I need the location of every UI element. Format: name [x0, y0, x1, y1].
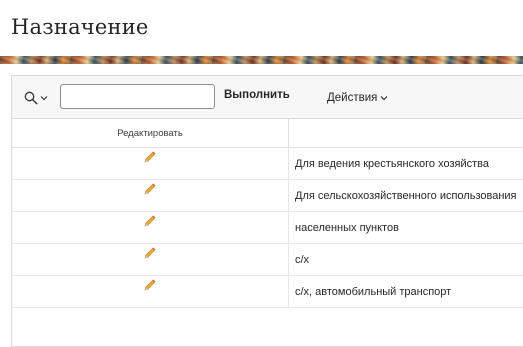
- pencil-icon[interactable]: [143, 182, 157, 196]
- pencil-icon[interactable]: [143, 278, 157, 292]
- page-title: Назначение: [11, 15, 149, 39]
- value-cell: населенных пунктов: [289, 212, 523, 244]
- actions-menu-button[interactable]: Действия: [327, 89, 388, 107]
- search-column-toggle[interactable]: [24, 89, 52, 107]
- edit-cell: [12, 180, 289, 212]
- edit-cell: [12, 244, 289, 276]
- report-table: Редактировать Для ведения крестьянского …: [12, 119, 523, 308]
- value-cell: с/х: [289, 244, 523, 276]
- search-icon: [24, 91, 38, 105]
- chevron-down-icon: [380, 94, 388, 102]
- column-header-edit: Редактировать: [12, 119, 289, 148]
- table-row: Для ведения крестьянского хозяйства: [12, 148, 523, 180]
- table-row: Для сельскохозяйственного использования: [12, 180, 523, 212]
- table-row: с/х: [12, 244, 523, 276]
- search-input[interactable]: [60, 84, 215, 109]
- decorative-banner: [0, 56, 523, 64]
- edit-cell: [12, 276, 289, 308]
- column-header-value[interactable]: [289, 119, 523, 148]
- value-cell: с/х, автомобильный транспорт: [289, 276, 523, 308]
- table-header-row: Редактировать: [12, 119, 523, 148]
- go-button[interactable]: Выполнить: [224, 89, 290, 107]
- chevron-down-icon: [40, 94, 48, 102]
- report-region: Выполнить Действия Редактировать: [11, 75, 523, 347]
- pencil-icon[interactable]: [143, 150, 157, 164]
- edit-cell: [12, 148, 289, 180]
- value-cell: Для сельскохозяйственного использования: [289, 180, 523, 212]
- report-toolbar: Выполнить Действия: [12, 76, 523, 119]
- value-cell: Для ведения крестьянского хозяйства: [289, 148, 523, 180]
- edit-cell: [12, 212, 289, 244]
- table-row: населенных пунктов: [12, 212, 523, 244]
- pencil-icon[interactable]: [143, 246, 157, 260]
- table-row: с/х, автомобильный транспорт: [12, 276, 523, 308]
- actions-label: Действия: [327, 92, 377, 104]
- pencil-icon[interactable]: [143, 214, 157, 228]
